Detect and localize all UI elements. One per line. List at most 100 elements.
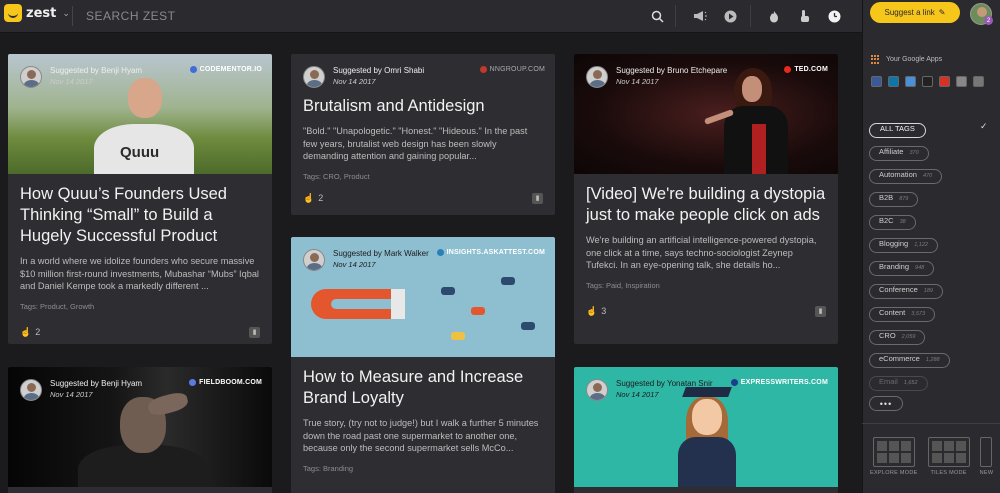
- tag-pill[interactable]: B2C 38: [869, 215, 916, 230]
- like-button[interactable]: ☝ 3: [586, 306, 606, 317]
- news-mode-button[interactable]: NEW: [980, 437, 994, 476]
- article-card[interactable]: Suggested by Bruno Etchepare Nov 14 2017…: [574, 54, 838, 344]
- card-image[interactable]: Suggested by Mark Walker Nov 14 2017 INS…: [291, 237, 555, 357]
- bookmark-icon[interactable]: ▮: [249, 326, 260, 338]
- tag-pill[interactable]: Affiliate 370: [869, 146, 929, 161]
- play-icon[interactable]: [721, 7, 739, 25]
- card-image[interactable]: Quuu Suggested by Benji Hyam Nov 14 2017…: [8, 54, 272, 174]
- avatar[interactable]: [586, 379, 608, 401]
- tiles-mode-button[interactable]: TILES MODE: [927, 437, 970, 476]
- card-image[interactable]: Suggested by Benji Hyam Nov 14 2017 FIEL…: [8, 367, 272, 487]
- tag-pill[interactable]: Email 1,652: [869, 376, 928, 391]
- messenger-icon[interactable]: [905, 76, 916, 87]
- suggest-link-button[interactable]: Suggest a link ✎: [870, 2, 960, 23]
- top-bar: zest ⌄: [0, 0, 862, 33]
- card-date: Nov 14 2017: [616, 390, 659, 399]
- source-icon: [784, 66, 792, 73]
- hand-pointer-icon: ☝: [586, 305, 598, 316]
- zest-logo[interactable]: zest ⌄: [4, 4, 70, 22]
- tag-pill[interactable]: Branding 948: [869, 261, 935, 276]
- source-icon: [189, 66, 197, 73]
- feed: Quuu Suggested by Benji Hyam Nov 14 2017…: [0, 34, 862, 493]
- divider: [750, 5, 751, 27]
- tag-pill[interactable]: B2B 879: [869, 192, 919, 207]
- view-modes: EXPLORE MODE TILES MODE NEW: [870, 437, 993, 476]
- facebook-icon[interactable]: [871, 76, 882, 87]
- tag-pill[interactable]: Conference 189: [869, 284, 943, 299]
- apps-grid-icon: [871, 55, 880, 64]
- article-card[interactable]: Suggested by Mark Walker Nov 14 2017 INS…: [291, 237, 555, 493]
- card-title[interactable]: Brutalism and Antidesign: [303, 96, 543, 117]
- card-tags: Tags: CRO, Product: [303, 171, 370, 181]
- tag-all[interactable]: ALL TAGS: [869, 123, 926, 138]
- hand-pointer-icon: ☝: [20, 326, 32, 337]
- like-button[interactable]: ☝ 2: [20, 327, 40, 338]
- source-link[interactable]: FIELDBOOM.COM: [189, 379, 262, 386]
- avatar[interactable]: [20, 379, 42, 401]
- notification-badge: 2: [984, 16, 993, 25]
- card-description: In a world where we idolize founders who…: [20, 256, 259, 291]
- bookmark-icon[interactable]: ▮: [815, 305, 826, 317]
- avatar[interactable]: [586, 66, 608, 88]
- search-input[interactable]: [86, 6, 606, 26]
- card-date: Nov 14 2017: [50, 390, 93, 399]
- source-link[interactable]: EXPRESSWRITERS.COM: [730, 379, 828, 386]
- card-description: We're building an artificial intelligenc…: [586, 235, 817, 270]
- article-card[interactable]: Suggested by Benji Hyam Nov 14 2017 FIEL…: [8, 367, 272, 493]
- logo-text: zest: [26, 5, 57, 21]
- card-title[interactable]: [Video] We're building a dystopia just t…: [586, 184, 826, 226]
- hand-pointer-icon[interactable]: [795, 7, 813, 25]
- tag-pill[interactable]: Content 3,573: [869, 307, 936, 322]
- source-link[interactable]: TED.COM: [784, 66, 828, 73]
- tag-pill[interactable]: eCommerce 1,288: [869, 353, 950, 368]
- card-date: Nov 14 2017: [616, 77, 659, 86]
- like-button[interactable]: ☝ 2: [303, 193, 323, 204]
- card-header: Suggested by Yonatan Snir Nov 14 2017: [574, 367, 838, 407]
- linkedin-icon[interactable]: [888, 76, 899, 87]
- card-date: Nov 14 2017: [333, 260, 376, 269]
- source-link[interactable]: CODEMENTOR.IO: [189, 66, 262, 73]
- tag-pill[interactable]: Automation 470: [869, 169, 943, 184]
- card-title[interactable]: How Quuu’s Founders Used Thinking “Small…: [20, 184, 260, 247]
- app-icon[interactable]: [922, 76, 933, 87]
- search-icon[interactable]: [648, 7, 666, 25]
- pencil-icon: ✎: [938, 8, 946, 17]
- app-icon[interactable]: [973, 76, 984, 87]
- zest-logo-icon: [4, 4, 22, 22]
- fire-icon[interactable]: [765, 7, 783, 25]
- more-tags-button[interactable]: •••: [869, 396, 903, 411]
- card-image[interactable]: Suggested by Bruno Etchepare Nov 14 2017…: [574, 54, 838, 174]
- article-card[interactable]: Quuu Suggested by Benji Hyam Nov 14 2017…: [8, 54, 272, 344]
- news-mode-icon: [980, 437, 993, 467]
- card-tags: Tags: Branding: [303, 463, 354, 473]
- megaphone-icon[interactable]: [691, 7, 709, 25]
- source-link[interactable]: INSIGHTS.ASKATTEST.COM: [436, 249, 545, 256]
- explore-mode-button[interactable]: EXPLORE MODE: [870, 437, 918, 476]
- checkmark-icon: ✓: [980, 121, 988, 131]
- google-apps[interactable]: Your Google Apps: [871, 55, 942, 64]
- clock-icon[interactable]: [825, 7, 843, 25]
- chevron-down-icon[interactable]: ⌄: [62, 8, 70, 19]
- youtube-icon[interactable]: [939, 76, 950, 87]
- source-icon: [730, 379, 738, 386]
- tag-pill[interactable]: Blogging 1,122: [869, 238, 938, 253]
- card-header: Suggested by Benji Hyam Nov 14 2017: [8, 54, 272, 94]
- avatar[interactable]: [20, 66, 42, 88]
- suggested-by: Suggested by Bruno Etchepare: [616, 66, 728, 75]
- card-tags: Tags: Product, Growth: [20, 301, 95, 311]
- card-tags: Tags: Paid, Inspiration: [586, 280, 660, 290]
- card-date: Nov 14 2017: [333, 77, 376, 86]
- card-title[interactable]: How to Measure and Increase Brand Loyalt…: [303, 367, 543, 409]
- card-description: True story, (try not to judge!) but I wa…: [303, 418, 539, 453]
- avatar[interactable]: [303, 249, 325, 271]
- article-card[interactable]: Suggested by Omri Shabi Nov 14 2017 NNGR…: [291, 54, 555, 215]
- avatar[interactable]: [303, 66, 325, 88]
- app-icon[interactable]: [956, 76, 967, 87]
- article-card[interactable]: Suggested by Yonatan Snir Nov 14 2017 EX…: [574, 367, 838, 493]
- card-image[interactable]: Suggested by Yonatan Snir Nov 14 2017 EX…: [574, 367, 838, 487]
- bookmark-icon[interactable]: ▮: [532, 192, 543, 204]
- hand-pointer-icon: ☝: [303, 192, 315, 203]
- source-link[interactable]: NNGROUP.COM: [479, 66, 545, 73]
- tag-pill[interactable]: CRO 2,059: [869, 330, 926, 345]
- source-icon: [189, 379, 197, 386]
